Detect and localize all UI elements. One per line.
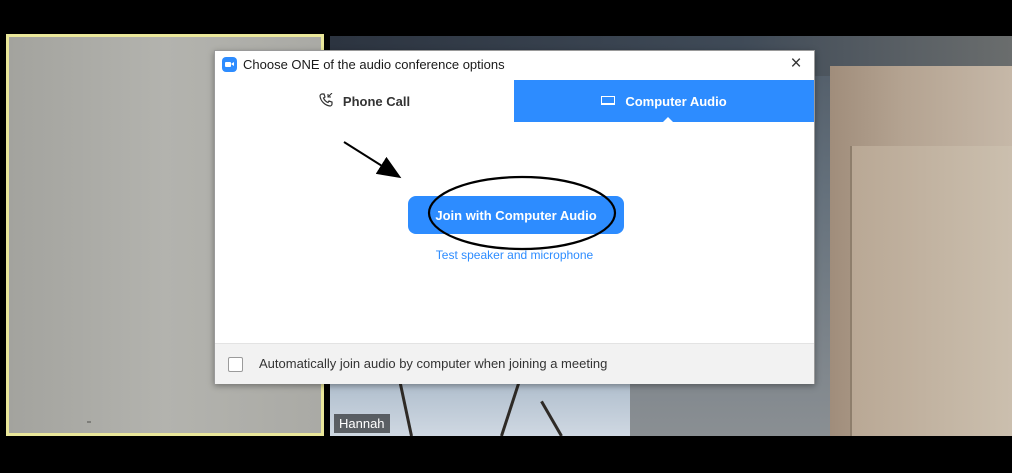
tab-computer-audio-label: Computer Audio [625,93,727,109]
dialog-footer: Automatically join audio by computer whe… [215,343,814,384]
phone-icon [319,92,333,110]
bottom-letterbox [0,436,1012,473]
auto-join-label: Automatically join audio by computer whe… [259,356,608,371]
dialog-title: Choose ONE of the audio conference optio… [243,57,505,72]
audio-options-dialog: Choose ONE of the audio conference optio… [214,50,815,384]
test-speaker-mic-label: Test speaker and microphone [435,248,594,262]
top-letterbox [0,0,1012,36]
laptop-icon [601,95,616,105]
tab-phone-call[interactable]: Phone Call [215,80,514,123]
tab-phone-call-label: Phone Call [342,93,411,109]
auto-join-checkbox[interactable] [228,357,243,372]
video-door [850,146,1012,436]
participant-name-label: Hannah [334,414,390,433]
close-button[interactable]: × [786,54,806,74]
dialog-titlebar: Choose ONE of the audio conference optio… [215,51,814,79]
audio-tabs: Phone Call Computer Audio [215,80,814,123]
test-speaker-mic-link[interactable]: Test speaker and microphone [215,248,814,262]
tab-computer-audio[interactable]: Computer Audio [514,80,814,122]
zoom-logo-icon [222,57,237,72]
join-computer-audio-button[interactable]: Join with Computer Audio [408,196,624,234]
video-speck [87,421,91,423]
dialog-content: Join with Computer Audio Test speaker an… [215,122,814,341]
